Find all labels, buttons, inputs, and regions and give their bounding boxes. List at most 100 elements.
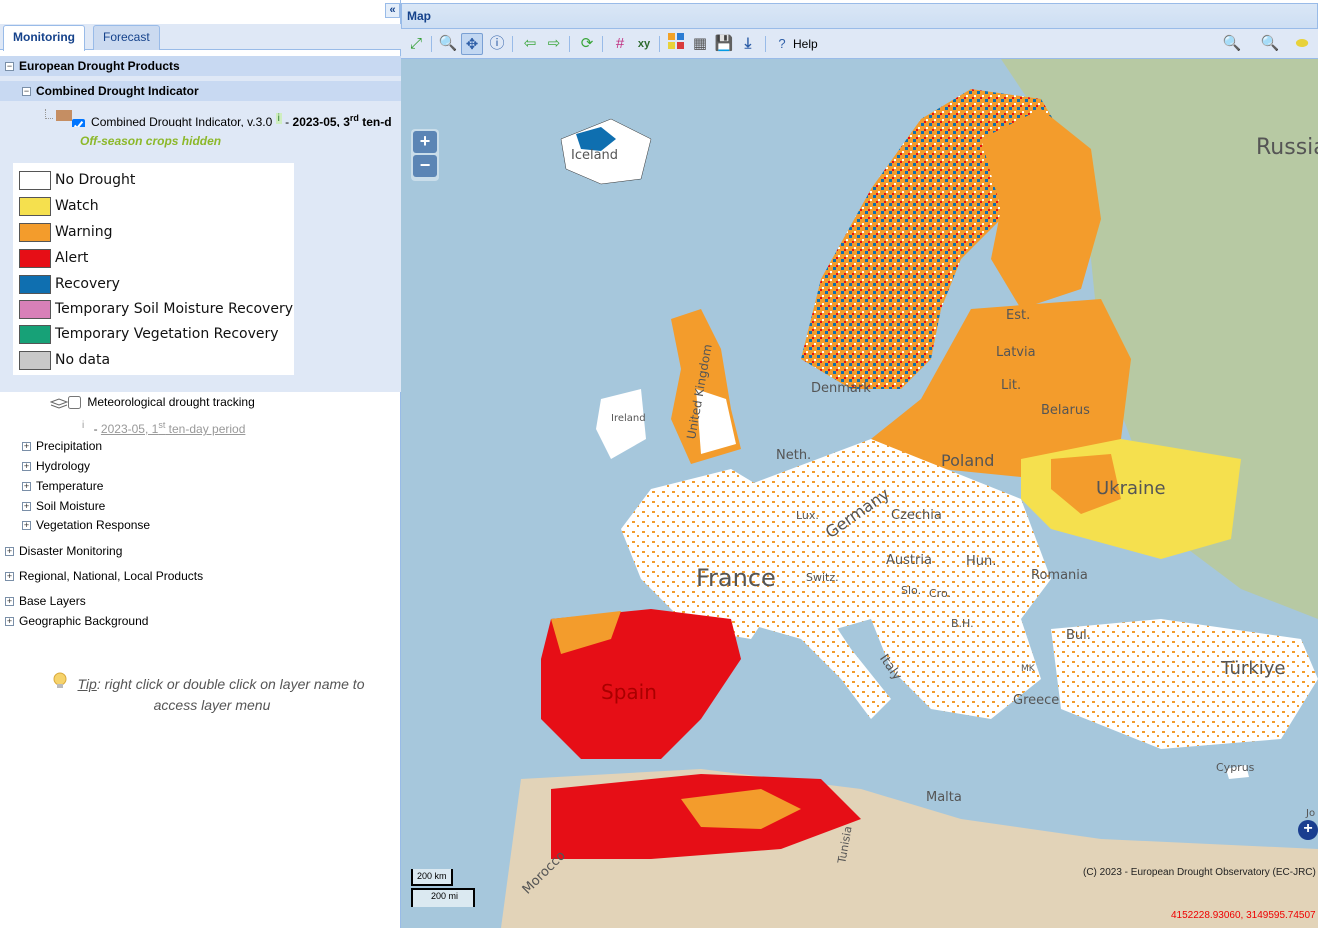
expand-icon[interactable]: + xyxy=(22,482,31,492)
scale-bar: 200 km 200 mi xyxy=(411,869,477,909)
tree-group-disaster-monitoring[interactable]: + Disaster Monitoring xyxy=(5,542,122,560)
tree-group-base-layers[interactable]: + Base Layers xyxy=(5,592,86,610)
legend-swatch xyxy=(19,351,51,370)
save-icon[interactable]: 💾 xyxy=(713,33,735,55)
zoom-dropdown-icon[interactable]: 🔍▾ xyxy=(1259,33,1281,74)
label-estonia: Est. xyxy=(1006,308,1030,323)
zoom-box-icon[interactable]: 🔍 xyxy=(437,33,459,55)
collapse-panel-button[interactable]: « xyxy=(385,3,400,18)
collapse-icon[interactable]: − xyxy=(5,62,14,72)
met-info-icon[interactable]: i xyxy=(82,420,84,431)
legend-label: Warning xyxy=(55,224,113,240)
label-latvia: Latvia xyxy=(996,345,1036,360)
map-canvas[interactable]: Russia Iceland Est. Latvia Lit. Belarus … xyxy=(401,59,1318,928)
tree-group-temperature[interactable]: + Temperature xyxy=(22,477,103,495)
met-date-row: i - 2023-05, 1st ten-day period xyxy=(82,420,246,436)
legend-label: Watch xyxy=(55,198,99,214)
tree-group-regional-products[interactable]: + Regional, National, Local Products xyxy=(5,567,203,585)
tab-forecast[interactable]: Forecast xyxy=(93,25,160,50)
expand-icon[interactable]: + xyxy=(22,502,31,512)
layer-checkbox-cdi[interactable] xyxy=(71,119,85,127)
map-panel: Map ⤢ 🔍 ✥ ⓘ ⇦ ⇨ ⟳ # xy ▦ 💾 ⤓ ? Help 🔍▾ 🔍… xyxy=(401,0,1318,928)
layer-row-cdi[interactable]: Combined Drought Indicator, v.3.0 i - 20… xyxy=(45,109,401,127)
tree-group-european-drought-products[interactable]: − European Drought Products xyxy=(5,57,180,75)
offseason-note: Off-season crops hidden xyxy=(80,134,222,148)
refresh-icon[interactable]: ⟳ xyxy=(576,33,598,55)
legend-label: Temporary Vegetation Recovery xyxy=(55,326,279,342)
expand-icon[interactable]: + xyxy=(5,547,14,557)
label-slovenia: Slo. xyxy=(901,584,921,597)
label-luxembourg: Lux. xyxy=(796,509,819,522)
zoom-out-button[interactable]: − xyxy=(413,155,437,177)
copyright-notice: (C) 2023 - European Drought Observatory … xyxy=(1083,867,1316,878)
collapse-icon[interactable]: − xyxy=(22,87,31,97)
legend-swatch xyxy=(19,171,51,190)
label-switzerland: Switz. xyxy=(806,571,839,584)
help-icon[interactable]: ? xyxy=(771,33,793,55)
label-ireland: Ireland xyxy=(611,413,646,424)
expand-icon[interactable]: + xyxy=(5,617,14,627)
map-toolbar: ⤢ 🔍 ✥ ⓘ ⇦ ⇨ ⟳ # xy ▦ 💾 ⤓ ? Help 🔍▾ 🔍▾ ⬬ xyxy=(401,29,1318,74)
layer-date-cdi[interactable]: 2023-05, 3rd ten-d xyxy=(293,113,392,127)
label-bulgaria: Bul. xyxy=(1066,628,1091,643)
next-extent-icon[interactable]: ⇨ xyxy=(543,33,565,55)
expand-icon[interactable]: + xyxy=(22,462,31,472)
label-france: France xyxy=(696,564,776,592)
tree-group-hydrology[interactable]: + Hydrology xyxy=(22,457,90,475)
legend-swatch xyxy=(19,249,51,268)
color-palette-icon[interactable] xyxy=(665,33,687,55)
legend-swatch xyxy=(19,197,51,216)
label-north-macedonia: MK xyxy=(1021,664,1036,674)
previous-extent-icon[interactable]: ⇦ xyxy=(519,33,541,55)
layer-name-met[interactable]: Meteorological drought tracking xyxy=(87,395,254,409)
label-lithuania: Lit. xyxy=(1001,378,1021,393)
label-jordan: Jo xyxy=(1305,808,1315,819)
group-label: European Drought Products xyxy=(19,59,180,73)
label-russia: Russia xyxy=(1256,135,1318,160)
expand-icon[interactable]: + xyxy=(5,597,14,607)
search-dropdown-icon[interactable]: 🔍▾ xyxy=(1221,33,1243,74)
pan-icon[interactable]: ✥ xyxy=(461,33,483,55)
label-poland: Poland xyxy=(941,451,994,470)
legend-swatch xyxy=(19,325,51,344)
full-extent-icon[interactable]: ⤢ xyxy=(405,33,427,55)
label-cyprus: Cyprus xyxy=(1216,761,1255,774)
label-netherlands: Neth. xyxy=(776,448,811,463)
label-malta: Malta xyxy=(926,790,962,805)
tree-subgroup-cdi[interactable]: − Combined Drought Indicator xyxy=(22,82,199,100)
overview-map-icon[interactable]: ⬬ xyxy=(1291,33,1313,55)
layer-folder-icon xyxy=(56,110,73,121)
expand-icon[interactable]: + xyxy=(22,442,31,452)
layer-name-cdi[interactable]: Combined Drought Indicator, v.3.0 xyxy=(91,115,272,127)
expand-panel-plus-icon[interactable]: + xyxy=(1298,820,1318,840)
tree-group-vegetation-response[interactable]: + Vegetation Response xyxy=(22,516,150,534)
label-czechia: Czechia xyxy=(891,508,942,523)
zoom-control: + − xyxy=(411,129,439,181)
help-button-label[interactable]: Help xyxy=(793,37,818,51)
rss-feed-icon[interactable]: ▦ xyxy=(689,33,711,55)
scale-km: 200 km xyxy=(411,869,453,886)
layer-row-met-tracking[interactable]: Meteorological drought tracking xyxy=(49,393,255,411)
tree-group-precipitation[interactable]: + Precipitation xyxy=(22,437,102,455)
download-icon[interactable]: ⤓ xyxy=(737,33,759,55)
met-date-link[interactable]: 2023-05, 1st ten-day period xyxy=(101,420,245,436)
layers-stack-icon xyxy=(49,397,69,409)
layer-info-icon[interactable]: i xyxy=(275,113,282,124)
info-icon[interactable]: ⓘ xyxy=(486,33,508,55)
tab-monitoring[interactable]: Monitoring xyxy=(3,25,85,51)
layer-checkbox-met[interactable] xyxy=(68,396,81,410)
tree-group-geographic-background[interactable]: + Geographic Background xyxy=(5,612,148,630)
label-greece: Greece xyxy=(1013,693,1059,708)
label-croatia: Cro. xyxy=(929,587,951,600)
zoom-in-button[interactable]: + xyxy=(413,131,437,153)
legend-label: Temporary Soil Moisture Recovery xyxy=(55,301,293,317)
xy-coordinates-icon[interactable]: xy xyxy=(633,33,655,55)
map-panel-title: Map xyxy=(401,3,1318,29)
expand-icon[interactable]: + xyxy=(5,572,14,582)
expand-icon[interactable]: + xyxy=(22,521,31,531)
tip-text: Tip: right click or double click on laye… xyxy=(77,676,365,713)
layer-tree: − European Drought Products − Combined Dro… xyxy=(0,51,401,928)
layer-separator: - xyxy=(285,115,290,127)
tree-group-soil-moisture[interactable]: + Soil Moisture xyxy=(22,497,105,515)
graticule-icon[interactable]: # xyxy=(609,33,631,55)
